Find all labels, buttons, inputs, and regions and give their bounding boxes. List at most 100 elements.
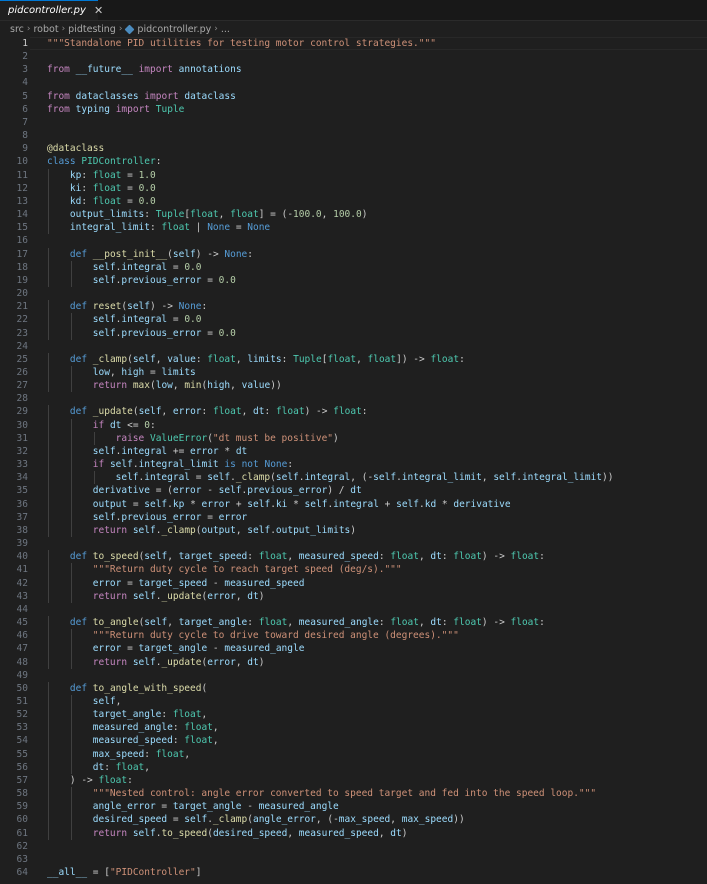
code-line[interactable]: 27 return max(low, min(high, value)) <box>0 379 707 393</box>
indent-guide <box>48 695 49 709</box>
code-line[interactable]: 48 return self._update(error, dt) <box>0 655 707 669</box>
code-line[interactable]: 4 <box>0 76 707 89</box>
code-line[interactable]: 18 self.integral = 0.0 <box>0 260 707 274</box>
code-text: self, <box>92 696 122 707</box>
code-line[interactable]: 21 def reset(self) -> None: <box>0 300 707 314</box>
line-number: 51 <box>16 696 28 707</box>
code-line[interactable]: 26 low, high = limits <box>0 366 707 380</box>
code-line[interactable]: 57 ) -> float: <box>0 773 707 788</box>
code-text: if self.integral_limit is not None: <box>92 459 294 471</box>
line-number: 44 <box>16 603 28 615</box>
code-line[interactable]: 10 class PIDController: <box>0 155 707 168</box>
code-line[interactable]: 38 return self._clamp(output, self.outpu… <box>0 523 707 538</box>
tab-pidcontroller[interactable]: pidcontroller.py ✕ <box>0 0 103 20</box>
indent-guide <box>48 379 49 393</box>
code-editor[interactable]: 1 """Standalone PID utilities for testing… <box>0 37 707 884</box>
code-line[interactable]: 46 """Return duty cycle to drive toward … <box>0 629 707 643</box>
code-line[interactable]: 19 self.previous_error = 0.0 <box>0 273 707 288</box>
indent-guide <box>48 787 49 801</box>
code-line[interactable]: 55 max_speed: float, <box>0 747 707 761</box>
code-line[interactable]: 45 def to_angle(self, target_angle: floa… <box>0 616 707 630</box>
code-line[interactable]: 42 error = target_speed - measured_speed <box>0 576 707 590</box>
code-line[interactable]: 51 self, <box>0 695 707 709</box>
code-line[interactable]: 54 measured_speed: float, <box>0 734 707 748</box>
code-line[interactable]: 7 <box>0 116 707 129</box>
code-line[interactable]: 24 <box>0 340 707 353</box>
code-line[interactable]: 16 <box>0 234 707 247</box>
line-number: 64 <box>16 867 28 879</box>
indent-guide <box>70 313 72 327</box>
code-line[interactable]: 62 <box>0 840 707 853</box>
code-line[interactable]: 50 def to_angle_with_speed( <box>0 681 707 695</box>
code-line[interactable]: 31 raise ValueError("dt must be positive… <box>0 431 707 445</box>
code-line[interactable]: 63 <box>0 853 707 866</box>
indent-guide <box>70 787 72 801</box>
code-line[interactable]: 39 <box>0 537 707 550</box>
code-text: angle_error = target_angle - measured_an… <box>92 801 339 813</box>
code-line[interactable]: 17 def __post_init__(self) -> None: <box>0 247 707 261</box>
breadcrumb-robot[interactable]: robot <box>33 24 58 35</box>
code-line[interactable]: 49 <box>0 669 707 682</box>
code-line[interactable]: 25 def _clamp(self, value: float, limits… <box>0 352 707 366</box>
code-line[interactable]: 34 self.integral = self._clamp(self.inte… <box>0 471 707 485</box>
code-line[interactable]: 33 if self.integral_limit is not None: <box>0 458 707 472</box>
code-line[interactable]: 15 integral_limit: float | None = None <box>0 221 707 235</box>
code-line[interactable]: 30 if dt <= 0: <box>0 418 707 432</box>
code-line[interactable]: 35 derivative = (error - self.previous_e… <box>0 484 707 498</box>
code-line[interactable]: 3 from __future__ import annotations <box>0 63 707 76</box>
code-line[interactable]: 9 @dataclass <box>0 142 707 155</box>
code-line[interactable]: 64 __all__ = ["PIDController"] <box>0 866 707 879</box>
code-line[interactable]: 29 def _update(self, error: float, dt: f… <box>0 405 707 419</box>
code-line[interactable]: 60 desired_speed = self._clamp(angle_err… <box>0 813 707 827</box>
code-line[interactable]: 8 <box>0 129 707 142</box>
code-line[interactable]: 2 <box>0 50 707 63</box>
code-line[interactable]: 28 <box>0 392 707 405</box>
breadcrumb-src[interactable]: src <box>10 24 24 35</box>
code-text: """Return duty cycle to reach target spe… <box>92 564 402 576</box>
code-line[interactable]: 52 target_angle: float, <box>0 708 707 722</box>
code-line[interactable]: 59 angle_error = target_angle - measured… <box>0 800 707 814</box>
line-number: 48 <box>16 656 28 668</box>
code-line[interactable]: 20 <box>0 287 707 300</box>
code-line[interactable]: 61 return self.to_speed(desired_speed, m… <box>0 826 707 840</box>
indent-guide <box>70 497 72 511</box>
line-number: 18 <box>16 261 28 273</box>
code-line[interactable]: 47 error = target_angle - measured_angle <box>0 642 707 656</box>
code-line[interactable]: 53 measured_angle: float, <box>0 721 707 735</box>
code-line[interactable]: 41 """Return duty cycle to reach target … <box>0 563 707 577</box>
line-number: 24 <box>16 340 28 352</box>
code-line[interactable]: 13 kd: float = 0.0 <box>0 194 707 209</box>
breadcrumb-file[interactable]: pidcontroller.py <box>137 24 211 35</box>
indent-guide <box>70 747 72 761</box>
code-text: """Nested control: angle error converted… <box>92 788 597 800</box>
breadcrumb-pidtesting[interactable]: pidtesting <box>68 24 116 35</box>
code-line[interactable]: 58 """Nested control: angle error conver… <box>0 787 707 801</box>
indent-guide <box>48 550 49 564</box>
breadcrumb-symbol[interactable]: ... <box>221 24 230 35</box>
code-line[interactable]: 43 return self._update(error, dt) <box>0 589 707 603</box>
code-line[interactable]: 56 dt: float, <box>0 760 707 774</box>
indent-guide <box>48 642 49 656</box>
indent-guide <box>70 760 72 774</box>
code-text: self.previous_error = 0.0 <box>92 274 236 286</box>
code-line[interactable]: 37 self.previous_error = error <box>0 510 707 524</box>
code-line[interactable]: 5 from dataclasses import dataclass <box>0 90 707 103</box>
code-line[interactable]: 11 kp: float = 1.0 <box>0 168 707 182</box>
code-text: __all__ = ["PIDController"] <box>47 867 202 879</box>
indent-guide <box>48 563 49 577</box>
code-line[interactable]: 36 output = self.kp * error + self.ki * … <box>0 497 707 511</box>
line-number: 22 <box>16 314 28 326</box>
code-line[interactable]: 32 self.integral += error * dt <box>0 444 707 459</box>
code-line[interactable]: 40 def to_speed(self, target_speed: floa… <box>0 550 707 564</box>
indent-guide <box>48 484 49 498</box>
code-line[interactable]: 14 output_limits: Tuple[float, float] = … <box>0 208 707 222</box>
close-icon[interactable]: ✕ <box>94 4 103 17</box>
code-line[interactable]: 44 <box>0 603 707 616</box>
code-line[interactable]: 22 self.integral = 0.0 <box>0 313 707 327</box>
code-line[interactable]: 6 from typing import Tuple <box>0 103 707 116</box>
code-line[interactable]: 12 ki: float = 0.0 <box>0 181 707 195</box>
line-number: 8 <box>22 130 28 142</box>
code-line[interactable]: 23 self.previous_error = 0.0 <box>0 326 707 340</box>
indent-guide <box>48 194 49 209</box>
code-line[interactable]: 1 """Standalone PID utilities for testing… <box>0 37 707 50</box>
